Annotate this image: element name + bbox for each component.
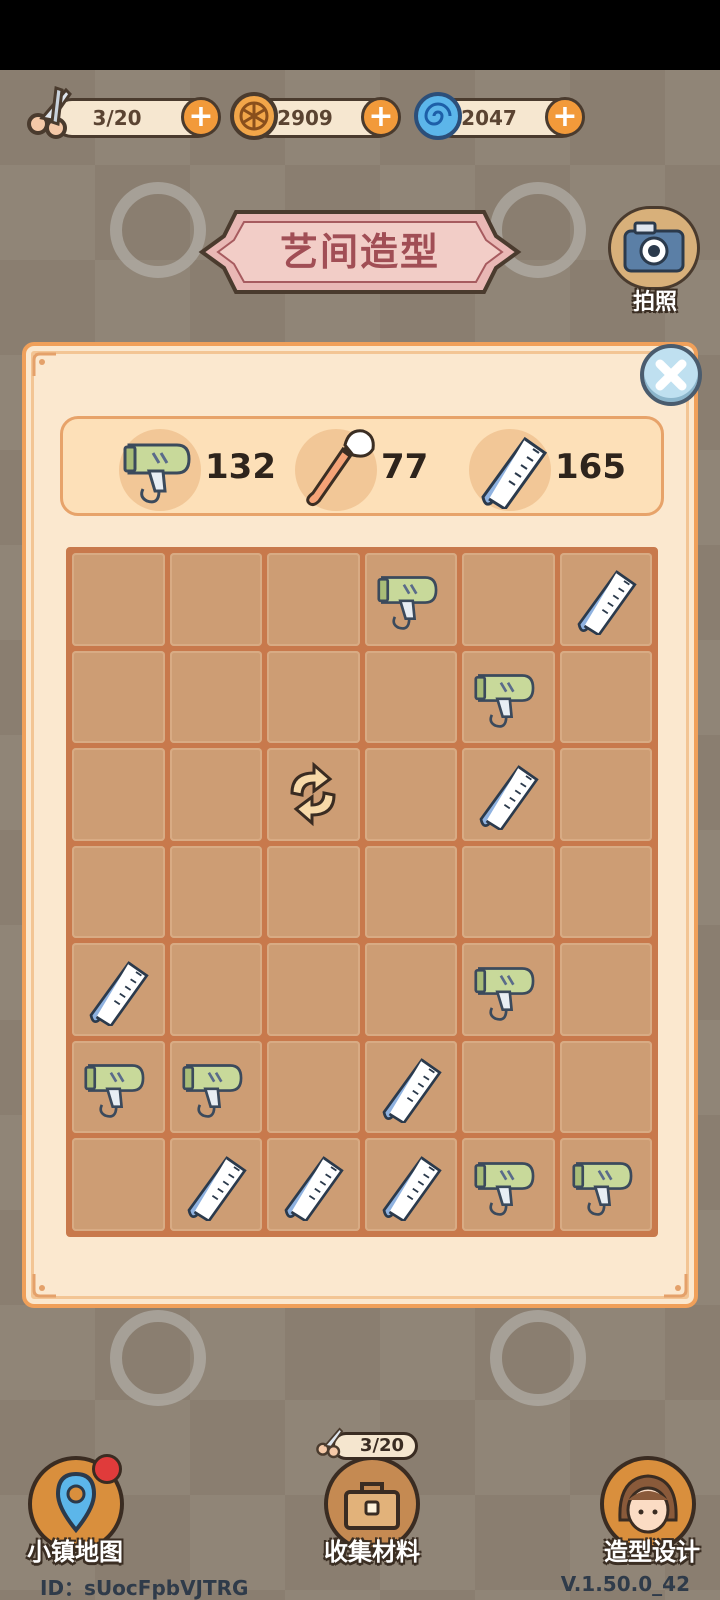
notification-dot <box>92 1454 122 1484</box>
comb-icon <box>481 436 548 509</box>
makeup-brush-icon <box>306 429 375 507</box>
add-gems-button[interactable]: + <box>545 97 585 137</box>
board-cell[interactable] <box>462 1040 555 1134</box>
hair-dryer-icon[interactable] <box>474 661 542 733</box>
board-cell[interactable] <box>559 1138 652 1231</box>
comb-icon[interactable] <box>181 1149 251 1221</box>
board-cell[interactable] <box>462 943 555 1036</box>
board-cell[interactable] <box>364 1040 457 1134</box>
corner-ornament-icon <box>32 352 56 376</box>
board-cell[interactable] <box>267 943 360 1036</box>
board-cell[interactable] <box>169 943 262 1036</box>
collect-materials-label: 收集材料 <box>324 1538 420 1566</box>
hair-dryer-icon[interactable] <box>474 954 542 1026</box>
merge-board-grid <box>66 547 658 1237</box>
hair-dryer-icon[interactable] <box>182 1051 250 1123</box>
town-map-label: 小镇地图 <box>27 1538 123 1566</box>
board-cell[interactable] <box>364 553 457 646</box>
board-cell[interactable] <box>559 845 652 939</box>
hair-dryer-icon[interactable] <box>377 563 445 635</box>
board-cell[interactable] <box>72 845 165 939</box>
makeup-brush-count: 77 <box>381 447 429 487</box>
board-cell[interactable] <box>364 845 457 939</box>
hair-dryer-icon[interactable] <box>572 1149 640 1221</box>
camera-button[interactable] <box>608 206 700 290</box>
board-cell[interactable] <box>559 943 652 1036</box>
board-cell[interactable] <box>267 1138 360 1231</box>
camera-icon <box>623 221 685 273</box>
board-cell[interactable] <box>462 650 555 744</box>
comb-icon[interactable] <box>571 563 641 636</box>
board-cell[interactable] <box>364 1138 457 1231</box>
hair-dryer-icon[interactable] <box>474 1149 542 1221</box>
comb-icon[interactable] <box>376 1051 446 1124</box>
add-coins-button[interactable]: + <box>361 97 401 137</box>
close-button[interactable] <box>640 344 702 406</box>
version-label: V.1.50.0_42 <box>560 1572 690 1596</box>
board-cell[interactable] <box>559 1040 652 1134</box>
board-cell[interactable] <box>559 748 652 841</box>
board-cell[interactable] <box>559 553 652 646</box>
page-title: 艺间造型 <box>279 230 440 274</box>
camera-label: 拍照 <box>632 290 677 315</box>
board-cell[interactable] <box>267 1040 360 1134</box>
title-banner: 艺间造型 <box>196 206 524 298</box>
board-cell[interactable] <box>72 650 165 744</box>
corner-ornament-icon <box>32 1274 56 1298</box>
board-cell[interactable] <box>267 650 360 744</box>
hair-dryer-icon[interactable] <box>84 1051 152 1123</box>
comb-icon[interactable] <box>473 758 543 831</box>
corner-ornament-icon <box>664 1274 688 1298</box>
board-cell[interactable] <box>462 748 555 841</box>
close-icon <box>655 359 687 391</box>
comb-count: 165 <box>555 447 626 487</box>
board-cell[interactable] <box>559 650 652 744</box>
board-cell[interactable] <box>267 845 360 939</box>
board-cell[interactable] <box>169 748 262 841</box>
board-cell[interactable] <box>72 943 165 1036</box>
board-cell[interactable] <box>364 650 457 744</box>
player-id: ID：sUocFpbVJTRG <box>40 1576 249 1600</box>
board-cell[interactable] <box>462 845 555 939</box>
background-sun-decoration <box>490 1310 586 1406</box>
swirl-gem-icon <box>414 92 462 140</box>
board-cell[interactable] <box>267 748 360 841</box>
comb-icon[interactable] <box>83 954 153 1026</box>
hair-dryer-icon <box>123 443 191 504</box>
board-cell[interactable] <box>72 553 165 646</box>
add-scissors-button[interactable]: + <box>181 97 221 137</box>
background-sun-decoration <box>110 1310 206 1406</box>
board-cell[interactable] <box>72 748 165 841</box>
comb-icon[interactable] <box>376 1149 446 1221</box>
board-cell[interactable] <box>462 1138 555 1231</box>
refresh-icon[interactable] <box>278 759 348 829</box>
style-design-label: 造型设计 <box>604 1538 700 1566</box>
scissors-icon <box>27 85 72 139</box>
item-counter-strip: 132 77 165 <box>60 416 664 516</box>
comb-icon[interactable] <box>278 1149 348 1221</box>
board-cell[interactable] <box>364 748 457 841</box>
background-sun-decoration <box>110 182 206 278</box>
board-cell[interactable] <box>72 1138 165 1231</box>
board-cell[interactable] <box>462 553 555 646</box>
hair-dryer-count: 132 <box>205 447 276 487</box>
board-cell[interactable] <box>169 1138 262 1231</box>
board-cell[interactable] <box>169 1040 262 1134</box>
coin-icon <box>230 92 278 140</box>
board-cell[interactable] <box>72 1040 165 1134</box>
status-bar <box>0 0 720 70</box>
board-cell[interactable] <box>267 553 360 646</box>
board-cell[interactable] <box>169 553 262 646</box>
scissors-icon <box>316 1427 344 1459</box>
board-cell[interactable] <box>169 650 262 744</box>
board-cell[interactable] <box>364 943 457 1036</box>
board-cell[interactable] <box>169 845 262 939</box>
